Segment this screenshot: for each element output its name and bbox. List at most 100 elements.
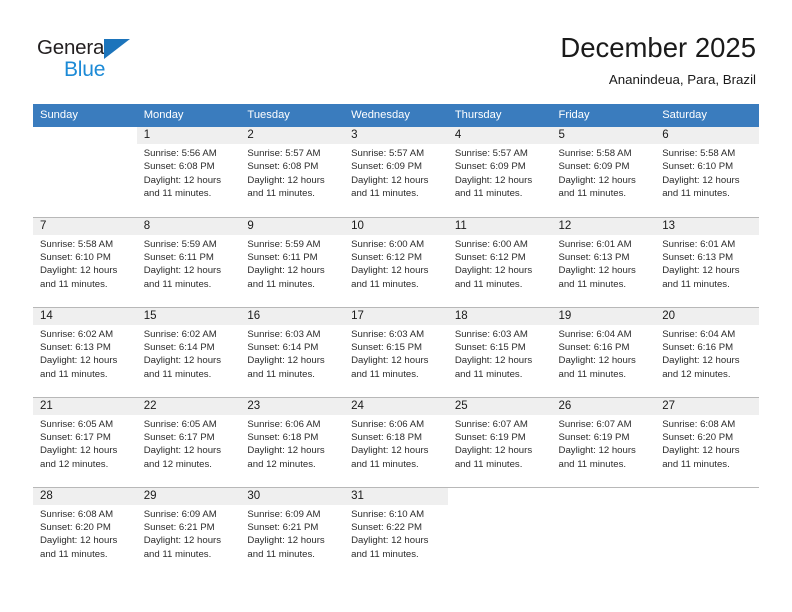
calendar-day-content: 18 Sunrise: 6:03 AM Sunset: 6:15 PM Dayligh… — [447, 307, 552, 397]
daylight-text: Daylight: 12 hours and 11 minutes. — [454, 174, 533, 200]
calendar-day-cell[interactable]: 24 Sunrise: 6:06 AM Sunset: 6:18 PM Dayligh… — [344, 396, 448, 487]
day-sun-info: Sunrise: 5:56 AM Sunset: 6:08 PM Daylight:… — [137, 144, 241, 201]
calendar-day-cell[interactable]: 23 Sunrise: 6:06 AM Sunset: 6:18 PM Dayligh… — [240, 396, 345, 487]
calendar-day-cell[interactable]: 11 Sunrise: 6:00 AM Sunset: 6:12 PM Dayligh… — [447, 216, 552, 307]
calendar-day-cell[interactable]: 3 Sunrise: 5:57 AM Sunset: 6:09 PM Daylight… — [344, 127, 448, 217]
calendar-day-cell[interactable]: 12 Sunrise: 6:01 AM Sunset: 6:13 PM Dayligh… — [551, 216, 656, 307]
daylight-text: Daylight: 12 hours and 12 minutes. — [247, 445, 325, 470]
daylight-text: Daylight: 12 hours and 11 minutes. — [662, 174, 740, 200]
calendar-day-cell[interactable]: 2 Sunrise: 5:57 AM Sunset: 6:08 PM Daylight… — [240, 127, 345, 217]
sunrise-text: Sunrise: 6:09 AM — [247, 508, 321, 520]
calendar-day-cell[interactable]: 19 Sunrise: 6:04 AM Sunset: 6:16 PM Dayligh… — [551, 306, 656, 397]
calendar-day-cell[interactable]: 20 Sunrise: 6:04 AM Sunset: 6:16 PM Dayligh… — [655, 306, 759, 397]
calendar-day-cell[interactable]: 28 Sunrise: 6:08 AM Sunset: 6:20 PM Dayligh… — [33, 486, 137, 577]
calendar-day-content: 7 Sunrise: 5:58 AM Sunset: 6:10 PM Daylight… — [33, 217, 137, 307]
sunrise-text: Sunrise: 5:58 AM — [40, 238, 114, 250]
calendar-day-content: 4 Sunrise: 5:57 AM Sunset: 6:09 PM Daylight… — [447, 127, 552, 216]
daylight-text: Daylight: 12 hours and 11 minutes. — [40, 265, 118, 290]
sunset-text: Sunset: 6:21 PM — [143, 521, 215, 533]
sunset-text: Sunset: 6:15 PM — [454, 341, 526, 353]
weekday-header-monday: Monday — [136, 104, 241, 127]
calendar-day-cell[interactable]: 13 Sunrise: 6:01 AM Sunset: 6:13 PM Dayligh… — [655, 216, 759, 307]
calendar-day-cell[interactable]: 10 Sunrise: 6:00 AM Sunset: 6:12 PM Dayligh… — [344, 216, 448, 307]
sunrise-text: Sunrise: 5:58 AM — [558, 148, 632, 159]
calendar-day-content: 5 Sunrise: 5:58 AM Sunset: 6:09 PM Daylight… — [551, 127, 656, 216]
calendar-day-content: 23 Sunrise: 6:06 AM Sunset: 6:18 PM Dayligh… — [240, 397, 345, 487]
day-number: 11 — [447, 217, 552, 235]
calendar-empty-cell — [447, 487, 552, 577]
sunset-text: Sunset: 6:19 PM — [558, 431, 630, 443]
day-number: 7 — [33, 217, 137, 235]
calendar-day-cell[interactable]: 18 Sunrise: 6:03 AM Sunset: 6:15 PM Dayligh… — [447, 306, 552, 397]
sunset-text: Sunset: 6:17 PM — [40, 431, 111, 443]
day-sun-info: Sunrise: 6:04 AM Sunset: 6:16 PM Daylight:… — [552, 325, 656, 382]
calendar-day-cell[interactable]: 15 Sunrise: 6:02 AM Sunset: 6:14 PM Dayligh… — [136, 306, 241, 397]
day-number: 21 — [33, 397, 137, 415]
day-number: 13 — [655, 217, 759, 235]
sunrise-text: Sunrise: 6:03 AM — [454, 328, 528, 340]
sunset-text: Sunset: 6:13 PM — [40, 341, 111, 353]
day-sun-info: Sunrise: 5:58 AM Sunset: 6:10 PM Daylight:… — [655, 144, 759, 201]
sunset-text: Sunset: 6:16 PM — [662, 341, 734, 353]
daylight-text: Daylight: 12 hours and 11 minutes. — [247, 355, 325, 380]
sunset-text: Sunset: 6:17 PM — [143, 431, 215, 443]
sunrise-text: Sunrise: 6:01 AM — [662, 238, 736, 250]
day-number: 27 — [655, 397, 759, 415]
day-number: 24 — [344, 397, 448, 415]
day-sun-info: Sunrise: 5:59 AM Sunset: 6:11 PM Daylight:… — [240, 235, 344, 292]
calendar-day-cell[interactable]: 30 Sunrise: 6:09 AM Sunset: 6:21 PM Dayligh… — [240, 486, 345, 577]
day-number: 25 — [447, 397, 552, 415]
daylight-text: Daylight: 12 hours and 11 minutes. — [351, 445, 429, 470]
calendar-day-cell[interactable]: 31 Sunrise: 6:10 AM Sunset: 6:22 PM Dayligh… — [344, 486, 448, 577]
calendar-day-cell[interactable]: 16 Sunrise: 6:03 AM Sunset: 6:14 PM Dayligh… — [240, 306, 345, 397]
calendar-day-cell[interactable]: 6 Sunrise: 5:58 AM Sunset: 6:10 PM Daylight… — [655, 127, 759, 217]
calendar-day-cell[interactable]: 27 Sunrise: 6:08 AM Sunset: 6:20 PM Dayligh… — [655, 396, 759, 487]
day-number: 12 — [551, 217, 656, 235]
calendar-day-cell[interactable]: 22 Sunrise: 6:05 AM Sunset: 6:17 PM Dayligh… — [136, 396, 241, 487]
sunset-text: Sunset: 6:08 PM — [143, 161, 215, 173]
calendar-day-cell[interactable]: 8 Sunrise: 5:59 AM Sunset: 6:11 PM Daylight… — [136, 216, 241, 307]
sunrise-text: Sunrise: 5:57 AM — [454, 148, 528, 159]
calendar-day-content: 28 Sunrise: 6:08 AM Sunset: 6:20 PM Dayligh… — [33, 487, 137, 577]
day-number: 26 — [551, 397, 656, 415]
daylight-text: Daylight: 12 hours and 12 minutes. — [662, 355, 740, 380]
calendar-day-cell[interactable]: 17 Sunrise: 6:03 AM Sunset: 6:15 PM Dayligh… — [344, 306, 448, 397]
sunset-text: Sunset: 6:11 PM — [247, 251, 318, 263]
calendar-day-cell[interactable]: 1 Sunrise: 5:56 AM Sunset: 6:08 PM Daylight… — [136, 127, 241, 217]
sunrise-text: Sunrise: 5:59 AM — [247, 238, 321, 250]
calendar-day-cell[interactable]: 9 Sunrise: 5:59 AM Sunset: 6:11 PM Daylight… — [240, 216, 345, 307]
title-block: December 2025 Ananindeua, Para, Brazil — [560, 31, 756, 89]
day-number: 14 — [33, 307, 137, 325]
day-sun-info: Sunrise: 6:06 AM Sunset: 6:18 PM Daylight:… — [344, 415, 448, 472]
day-sun-info: Sunrise: 6:09 AM Sunset: 6:21 PM Daylight:… — [240, 505, 344, 562]
sunrise-text: Sunrise: 6:02 AM — [40, 328, 114, 340]
day-number: 15 — [136, 307, 241, 325]
calendar-day-cell[interactable]: 26 Sunrise: 6:07 AM Sunset: 6:19 PM Dayligh… — [551, 396, 656, 487]
calendar-day-cell[interactable]: 7 Sunrise: 5:58 AM Sunset: 6:10 PM Daylight… — [33, 216, 137, 307]
calendar-day-content: 11 Sunrise: 6:00 AM Sunset: 6:12 PM Dayligh… — [447, 217, 552, 307]
day-sun-info: Sunrise: 6:10 AM Sunset: 6:22 PM Daylight:… — [344, 505, 448, 562]
day-sun-info: Sunrise: 6:03 AM Sunset: 6:14 PM Daylight:… — [240, 325, 344, 382]
calendar-day-cell[interactable]: 25 Sunrise: 6:07 AM Sunset: 6:19 PM Dayligh… — [447, 396, 552, 487]
calendar-day-content: 20 Sunrise: 6:04 AM Sunset: 6:16 PM Dayligh… — [655, 307, 759, 397]
day-sun-info: Sunrise: 6:01 AM Sunset: 6:13 PM Daylight:… — [655, 235, 759, 292]
sunset-text: Sunset: 6:12 PM — [351, 251, 423, 263]
general-blue-logo[interactable]: General Blue — [37, 36, 157, 82]
daylight-text: Daylight: 12 hours and 12 minutes. — [143, 445, 222, 470]
sunset-text: Sunset: 6:13 PM — [662, 251, 734, 263]
calendar-day-cell[interactable]: 21 Sunrise: 6:05 AM Sunset: 6:17 PM Dayligh… — [33, 396, 137, 487]
calendar-day-cell[interactable]: 29 Sunrise: 6:09 AM Sunset: 6:21 PM Dayligh… — [136, 486, 241, 577]
day-number: 6 — [655, 127, 759, 144]
calendar-day-content: 13 Sunrise: 6:01 AM Sunset: 6:13 PM Dayligh… — [655, 217, 759, 307]
daylight-text: Daylight: 12 hours and 11 minutes. — [351, 174, 429, 200]
day-sun-info: Sunrise: 6:00 AM Sunset: 6:12 PM Daylight:… — [344, 235, 448, 292]
day-sun-info: Sunrise: 6:03 AM Sunset: 6:15 PM Daylight:… — [344, 325, 448, 382]
logo-text-general: General — [37, 36, 109, 59]
calendar-day-cell[interactable]: 5 Sunrise: 5:58 AM Sunset: 6:09 PM Daylight… — [551, 127, 656, 217]
calendar-day-cell — [655, 486, 759, 577]
calendar-day-cell[interactable]: 14 Sunrise: 6:02 AM Sunset: 6:13 PM Dayligh… — [33, 306, 137, 397]
daylight-text: Daylight: 12 hours and 11 minutes. — [247, 265, 325, 290]
weekday-header-sunday: Sunday — [33, 104, 137, 127]
calendar-day-cell[interactable]: 4 Sunrise: 5:57 AM Sunset: 6:09 PM Daylight… — [447, 127, 552, 217]
sunset-text: Sunset: 6:13 PM — [558, 251, 630, 263]
